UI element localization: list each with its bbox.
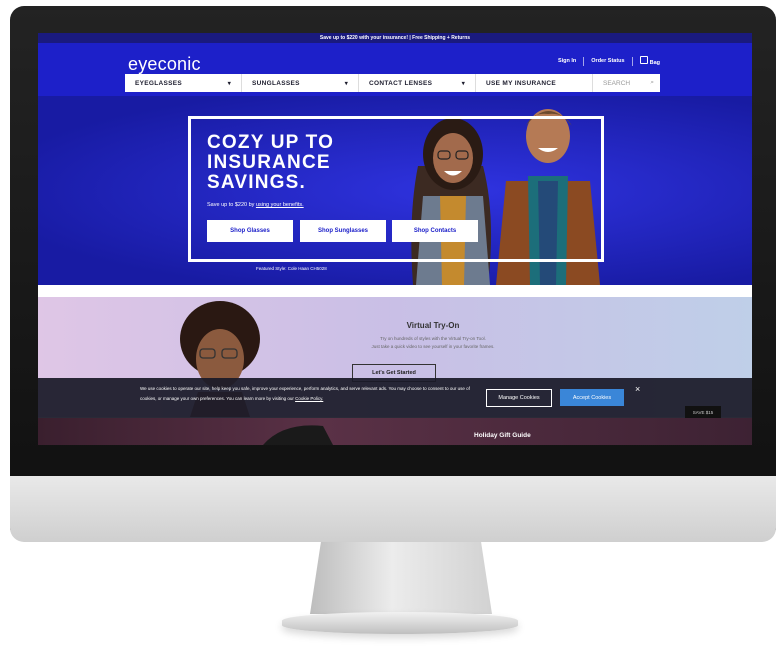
section-divider [38,285,752,297]
nav-label: USE MY INSURANCE [486,79,557,87]
shop-sunglasses-button[interactable]: Shop Sunglasses [300,220,386,242]
nav-sunglasses[interactable]: SUNGLASSES ▾ [242,74,359,92]
main-nav: EYEGLASSES ▾ SUNGLASSES ▾ CONTACT LENSES ▾ … [125,74,660,92]
bag-label: Bag [649,60,660,66]
benefits-link[interactable]: using your benefits. [256,202,304,208]
manage-cookies-button[interactable]: Manage Cookies [486,389,552,407]
save-badge[interactable]: SAVE $15 [685,406,721,418]
cookie-policy-link[interactable]: Cookie Policy. [295,396,323,401]
divider [583,56,585,66]
hero-subtext: Save up to $220 by using your benefits. [207,202,304,208]
chevron-down-icon: ▾ [461,80,465,87]
nav-use-my-insurance[interactable]: USE MY INSURANCE [476,74,593,92]
order-status-link[interactable]: Order Status [591,58,624,64]
close-icon[interactable]: × [635,384,640,394]
featured-style: Featured Style: Cole Haan CH5028 [256,266,327,271]
headline-line: COZY UP TO [207,132,335,153]
header-links: Sign In Order Status Bag [558,56,660,66]
nav-contact-lenses[interactable]: CONTACT LENSES ▾ [359,74,476,92]
bag-icon [639,56,648,64]
chevron-down-icon: ▾ [227,80,231,87]
vto-line: Try on hundreds of styles with the Virtu… [380,336,486,341]
site-header: eyeconic Sign In Order Status Bag EYEGLA… [38,43,752,96]
search-placeholder: SEARCH [603,79,631,87]
sign-in-link[interactable]: Sign In [558,58,576,64]
gift-product-image [263,425,333,445]
gift-guide-title: Holiday Gift Guide [474,432,531,439]
vto-line: Just take a quick video to see yourself … [371,344,495,349]
monitor-stand-neck [310,542,492,614]
screen: Save up to $220 with your insurance! | F… [38,33,752,445]
search-icon[interactable]: ⌕ [650,79,654,87]
headline-line: INSURANCE [207,152,331,173]
promo-text: Save up to $220 with your insurance! | F… [319,35,471,41]
vto-title: Virtual Try-On [406,321,460,330]
nav-label: SUNGLASSES [252,79,300,87]
nav-label: EYEGLASSES [135,79,183,87]
cookie-banner: We use cookies to operate our site, help… [38,378,752,418]
monitor-chin [10,476,776,542]
promo-banner[interactable]: Save up to $220 with your insurance! | F… [38,33,752,43]
headline-line: SAVINGS. [207,172,306,193]
shop-glasses-button[interactable]: Shop Glasses [207,220,293,242]
gift-guide-section: Holiday Gift Guide [38,418,752,445]
chevron-down-icon: ▾ [344,80,348,87]
subtext: Save up to $220 by [207,202,256,208]
divider [631,56,633,66]
nav-eyeglasses[interactable]: EYEGLASSES ▾ [125,74,242,92]
hero-banner: COZY UP TO INSURANCE SAVINGS. Save up to… [38,96,752,285]
monitor-stand-base [282,612,518,634]
cookie-text: We use cookies to operate our site, help… [140,384,478,404]
nav-label: CONTACT LENSES [369,79,433,87]
accept-cookies-button[interactable]: Accept Cookies [560,389,624,406]
vto-description: Try on hundreds of styles with the Virtu… [303,335,563,351]
shop-contacts-button[interactable]: Shop Contacts [392,220,478,242]
bag-link[interactable]: Bag [639,56,660,66]
search-input[interactable]: SEARCH ⌕ [593,74,660,92]
logo[interactable]: eyeconic [128,54,201,75]
hero-headline: COZY UP TO INSURANCE SAVINGS. [207,133,334,193]
